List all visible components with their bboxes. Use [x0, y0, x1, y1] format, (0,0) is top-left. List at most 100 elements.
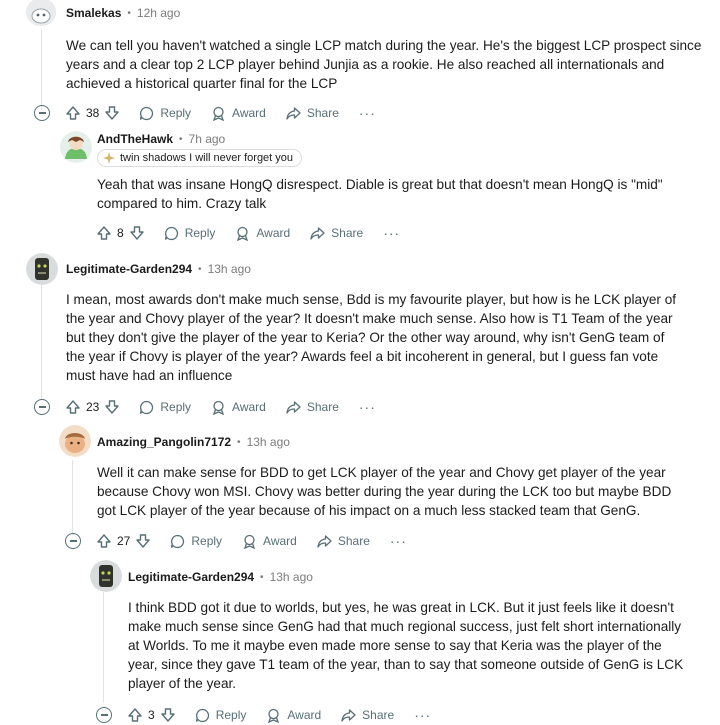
avatar[interactable] [59, 425, 91, 457]
downvote-icon[interactable] [136, 534, 151, 548]
collapse-thread-button[interactable] [65, 533, 81, 549]
separator: • [127, 7, 131, 19]
award-label: Award [256, 226, 291, 240]
avatar[interactable] [26, 253, 58, 285]
upvote-icon[interactable] [66, 400, 80, 414]
award-label: Award [232, 400, 266, 414]
comment-body: Yeah that was insane HongQ disrespect. D… [97, 177, 663, 211]
award-button[interactable]: Award [211, 106, 266, 121]
thread-line [72, 460, 73, 535]
avatar[interactable] [60, 131, 92, 163]
award-button[interactable]: Award [242, 534, 297, 549]
downvote-icon[interactable] [160, 708, 175, 722]
flair-icon [103, 152, 115, 164]
collapse-thread-button[interactable] [96, 707, 112, 723]
vote-count: 8 [117, 226, 124, 240]
collapse-thread-button[interactable] [34, 105, 50, 121]
award-label: Award [287, 708, 322, 722]
upvote-icon[interactable] [128, 708, 142, 722]
thread-line [41, 284, 42, 399]
share-button[interactable]: Share [286, 106, 339, 121]
comment-header: Smalekas • 12h ago [66, 6, 180, 20]
collapse-thread-button[interactable] [34, 399, 50, 415]
share-button[interactable]: Share [341, 708, 394, 723]
more-options-button[interactable]: ··· [359, 399, 376, 415]
more-options-button[interactable]: ··· [359, 105, 376, 121]
upvote-icon[interactable] [66, 106, 80, 120]
separator: • [179, 133, 183, 145]
award-button[interactable]: Award [235, 226, 290, 241]
award-icon [268, 708, 280, 723]
reply-button[interactable]: Reply [139, 400, 191, 415]
more-options-button[interactable]: ··· [414, 707, 431, 723]
comment-actions: 27 Reply Award Share ··· [97, 529, 407, 553]
share-button[interactable]: Share [317, 534, 370, 549]
author-link[interactable]: Smalekas [66, 6, 121, 20]
share-icon [286, 106, 301, 120]
timestamp[interactable]: 7h ago [189, 132, 226, 146]
comment-actions: 38 Reply Award Share ··· [66, 101, 376, 125]
share-label: Share [331, 226, 364, 240]
award-button[interactable]: Award [266, 708, 321, 723]
award-icon [213, 400, 225, 415]
reply-button[interactable]: Reply [170, 534, 222, 549]
comment-actions: 3 Reply Award Share ··· [128, 703, 431, 725]
comment-body: I mean, most awards don't make much sens… [66, 292, 677, 383]
author-link[interactable]: Legitimate-Garden294 [128, 570, 254, 584]
avatar[interactable] [26, 0, 56, 26]
share-icon [310, 226, 325, 240]
separator: • [237, 436, 241, 448]
reply-icon [140, 400, 154, 414]
reply-icon [195, 708, 209, 722]
author-link[interactable]: Legitimate-Garden294 [66, 262, 192, 276]
reply-label: Reply [160, 106, 192, 120]
reply-icon [140, 106, 154, 120]
timestamp[interactable]: 13h ago [208, 262, 251, 276]
reply-icon [164, 226, 178, 240]
vote-count: 27 [117, 534, 131, 548]
comment-body: I think BDD got it due to worlds, but ye… [128, 600, 684, 691]
avatar[interactable] [90, 560, 122, 592]
vote-control: 8 [97, 226, 144, 240]
reply-button[interactable]: Reply [164, 226, 216, 241]
award-label: Award [263, 534, 297, 548]
separator: • [260, 571, 264, 583]
share-icon [286, 400, 301, 414]
upvote-icon[interactable] [97, 534, 111, 548]
reply-button[interactable]: Reply [139, 106, 191, 121]
share-icon [341, 708, 356, 722]
downvote-icon[interactable] [105, 400, 120, 414]
timestamp[interactable]: 13h ago [247, 435, 290, 449]
share-label: Share [306, 106, 339, 120]
user-flair: twin shadows I will never forget you [97, 149, 303, 167]
timestamp[interactable]: 13h ago [270, 570, 313, 584]
timestamp[interactable]: 12h ago [137, 6, 180, 20]
thread-line [41, 30, 42, 110]
reply-button[interactable]: Reply [195, 708, 246, 723]
vote-count: 38 [86, 106, 100, 120]
more-options-button[interactable]: ··· [383, 225, 400, 241]
author-link[interactable]: Amazing_Pangolin7172 [97, 435, 231, 449]
author-link[interactable]: AndTheHawk [97, 132, 173, 146]
reply-label: Reply [184, 226, 216, 240]
reply-label: Reply [160, 400, 192, 414]
vote-control: 27 [97, 534, 151, 548]
separator: • [198, 263, 202, 275]
award-button[interactable]: Award [211, 400, 266, 415]
more-options-button[interactable]: ··· [390, 533, 407, 549]
downvote-icon[interactable] [105, 106, 120, 120]
snoo-avatar-icon [59, 425, 91, 457]
share-button[interactable]: Share [310, 226, 363, 241]
share-button[interactable]: Share [286, 400, 339, 415]
thread-line [103, 592, 104, 702]
comment-body: Well it can make sense for BDD to get LC… [97, 465, 672, 518]
flair-text: twin shadows I will never forget you [120, 152, 294, 164]
share-icon [317, 534, 332, 548]
comment-header: AndTheHawk • 7h ago [97, 132, 225, 146]
reply-icon [171, 534, 185, 548]
award-icon [237, 226, 249, 241]
upvote-icon[interactable] [97, 226, 111, 240]
share-label: Share [362, 708, 395, 722]
comment-actions: 23 Reply Award Share ··· [66, 395, 376, 419]
downvote-icon[interactable] [129, 226, 144, 240]
